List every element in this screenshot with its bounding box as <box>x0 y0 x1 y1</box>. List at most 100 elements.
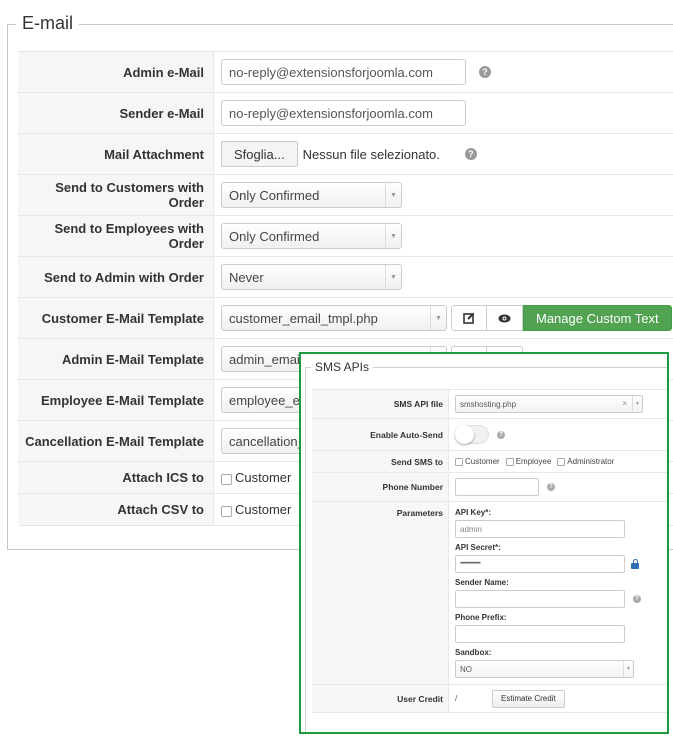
select-value: Never <box>229 269 264 285</box>
row-enable-auto-send: Enable Auto-Send ? <box>312 419 667 451</box>
help-icon[interactable]: ? <box>633 595 641 603</box>
admin-email-label: Admin e-Mail <box>18 52 214 92</box>
select-value: customer_email_tmpl.php <box>229 310 378 326</box>
phone-prefix-label: Phone Prefix: <box>455 613 507 622</box>
select-value: Only Confirmed <box>229 187 320 203</box>
sender-email-label: Sender e-Mail <box>18 93 214 133</box>
template-actions: Manage Custom Text <box>451 305 672 331</box>
checkbox[interactable] <box>455 457 463 466</box>
checkbox[interactable] <box>505 457 514 466</box>
send-employees-select[interactable]: Only Confirmed ▼ <box>221 223 402 249</box>
chevron-down-icon: ▼ <box>385 224 401 248</box>
edit-icon <box>463 312 475 324</box>
chevron-down-icon: ▼ <box>385 183 401 207</box>
select-value: NO <box>460 664 472 674</box>
admin-template-label: Admin E-Mail Template <box>18 339 214 379</box>
row-sms-api-file: SMS API file smshosting.php × ▼ <box>312 390 667 419</box>
checkbox-label: Administrator <box>567 457 615 466</box>
manage-custom-text-button[interactable]: Manage Custom Text <box>523 305 672 331</box>
parameters-label: Parameters <box>312 502 449 684</box>
user-credit-value: / <box>455 694 458 703</box>
attach-ics-label: Attach ICS to <box>18 462 214 493</box>
row-customer-template: Customer E-Mail Template customer_email_… <box>18 298 673 339</box>
checkbox-label: Employee <box>515 457 552 466</box>
customer-template-label: Customer E-Mail Template <box>18 298 214 338</box>
row-send-employees: Send to Employees with Order Only Confir… <box>18 216 673 257</box>
admin-email-input[interactable]: no-reply@extensionsforjoomla.com <box>221 59 466 85</box>
help-icon[interactable]: ? <box>547 483 555 491</box>
customer-template-select[interactable]: customer_email_tmpl.php ▼ <box>221 305 447 331</box>
mail-attachment-label: Mail Attachment <box>18 134 214 174</box>
help-icon[interactable]: ? <box>479 66 491 78</box>
sms-apis-panel: SMS APIs SMS API file smshosting.php × ▼… <box>299 352 669 734</box>
sender-name-input[interactable] <box>455 590 625 608</box>
send-employees-label: Send to Employees with Order <box>18 216 214 256</box>
toggle-knob <box>455 425 474 444</box>
row-sender-email: Sender e-Mail no-reply@extensionsforjoom… <box>18 93 673 134</box>
checkbox-label: Customer <box>235 470 292 485</box>
chevron-down-icon: ▼ <box>632 396 642 412</box>
preview-template-button[interactable] <box>487 305 523 331</box>
cancellation-template-label: Cancellation E-Mail Template <box>18 421 214 461</box>
send-sms-to-label: Send SMS to <box>312 451 449 472</box>
email-legend: E-mail <box>16 10 80 36</box>
row-admin-email: Admin e-Mail no-reply@extensionsforjooml… <box>18 52 673 93</box>
checkbox[interactable] <box>221 506 232 517</box>
employee-template-label: Employee E-Mail Template <box>18 380 214 420</box>
send-sms-customer-option[interactable]: Customer <box>455 457 500 466</box>
sms-api-file-select[interactable]: smshosting.php × ▼ <box>455 395 643 413</box>
sender-email-input[interactable]: no-reply@extensionsforjoomla.com <box>221 100 466 126</box>
attach-ics-customer-option[interactable]: Customer <box>221 470 291 485</box>
checkbox[interactable] <box>221 474 232 485</box>
file-status-text: Nessun file selezionato. <box>302 146 440 162</box>
clear-icon[interactable]: × <box>622 399 627 408</box>
sender-name-label: Sender Name: <box>455 578 509 587</box>
attach-csv-label: Attach CSV to <box>18 494 214 525</box>
estimate-credit-button[interactable]: Estimate Credit <box>492 689 565 708</box>
row-parameters: Parameters API Key*: admin API Secret*: … <box>312 502 667 685</box>
user-credit-label: User Credit <box>312 685 449 712</box>
api-secret-label: API Secret*: <box>455 543 501 552</box>
api-secret-input[interactable]: •••••••••••••••••• <box>455 555 625 573</box>
row-send-admin: Send to Admin with Order Never ▼ <box>18 257 673 298</box>
sms-api-file-label: SMS API file <box>312 390 449 418</box>
chevron-down-icon: ▼ <box>623 661 633 677</box>
enable-auto-send-label: Enable Auto-Send <box>312 419 449 450</box>
send-admin-select[interactable]: Never ▼ <box>221 264 402 290</box>
checkbox-label: Customer <box>465 457 500 466</box>
eye-icon <box>498 314 511 322</box>
send-customers-select[interactable]: Only Confirmed ▼ <box>221 182 402 208</box>
sms-legend: SMS APIs <box>311 360 374 374</box>
sandbox-select[interactable]: NO ▼ <box>455 660 634 678</box>
lock-icon <box>631 559 639 569</box>
row-send-sms-to: Send SMS to Customer Employee Administra… <box>312 451 667 473</box>
help-icon[interactable]: ? <box>497 430 505 439</box>
attach-csv-customer-option[interactable]: Customer <box>221 502 291 517</box>
help-icon[interactable]: ? <box>464 148 477 160</box>
auto-send-toggle[interactable] <box>455 425 489 444</box>
phone-number-label: Phone Number <box>312 473 449 501</box>
chevron-down-icon: ▼ <box>385 265 401 289</box>
sandbox-label: Sandbox: <box>455 648 492 657</box>
edit-template-button[interactable] <box>451 305 487 331</box>
api-key-input[interactable]: admin <box>455 520 625 538</box>
send-admin-label: Send to Admin with Order <box>18 257 214 297</box>
chevron-down-icon: ▼ <box>430 306 446 330</box>
checkbox-label: Customer <box>235 502 292 517</box>
send-customers-label: Send to Customers with Order <box>18 175 214 215</box>
select-value: smshosting.php <box>460 399 517 409</box>
api-key-label: API Key*: <box>455 508 492 517</box>
phone-prefix-input[interactable] <box>455 625 625 643</box>
select-value: Only Confirmed <box>229 228 320 244</box>
sms-settings-table: SMS API file smshosting.php × ▼ Enable A… <box>312 389 667 713</box>
phone-number-input[interactable] <box>455 478 539 496</box>
checkbox[interactable] <box>557 457 566 466</box>
row-send-customers: Send to Customers with Order Only Confir… <box>18 175 673 216</box>
send-sms-employee-option[interactable]: Employee <box>505 457 552 466</box>
row-user-credit: User Credit / Estimate Credit <box>312 685 667 713</box>
browse-file-button[interactable]: Sfoglia... <box>221 141 298 167</box>
sms-fieldset: SMS APIs SMS API file smshosting.php × ▼… <box>305 360 667 732</box>
send-sms-administrator-option[interactable]: Administrator <box>557 457 614 466</box>
row-mail-attachment: Mail Attachment Sfoglia... Nessun file s… <box>18 134 673 175</box>
row-phone-number: Phone Number ? <box>312 473 667 502</box>
